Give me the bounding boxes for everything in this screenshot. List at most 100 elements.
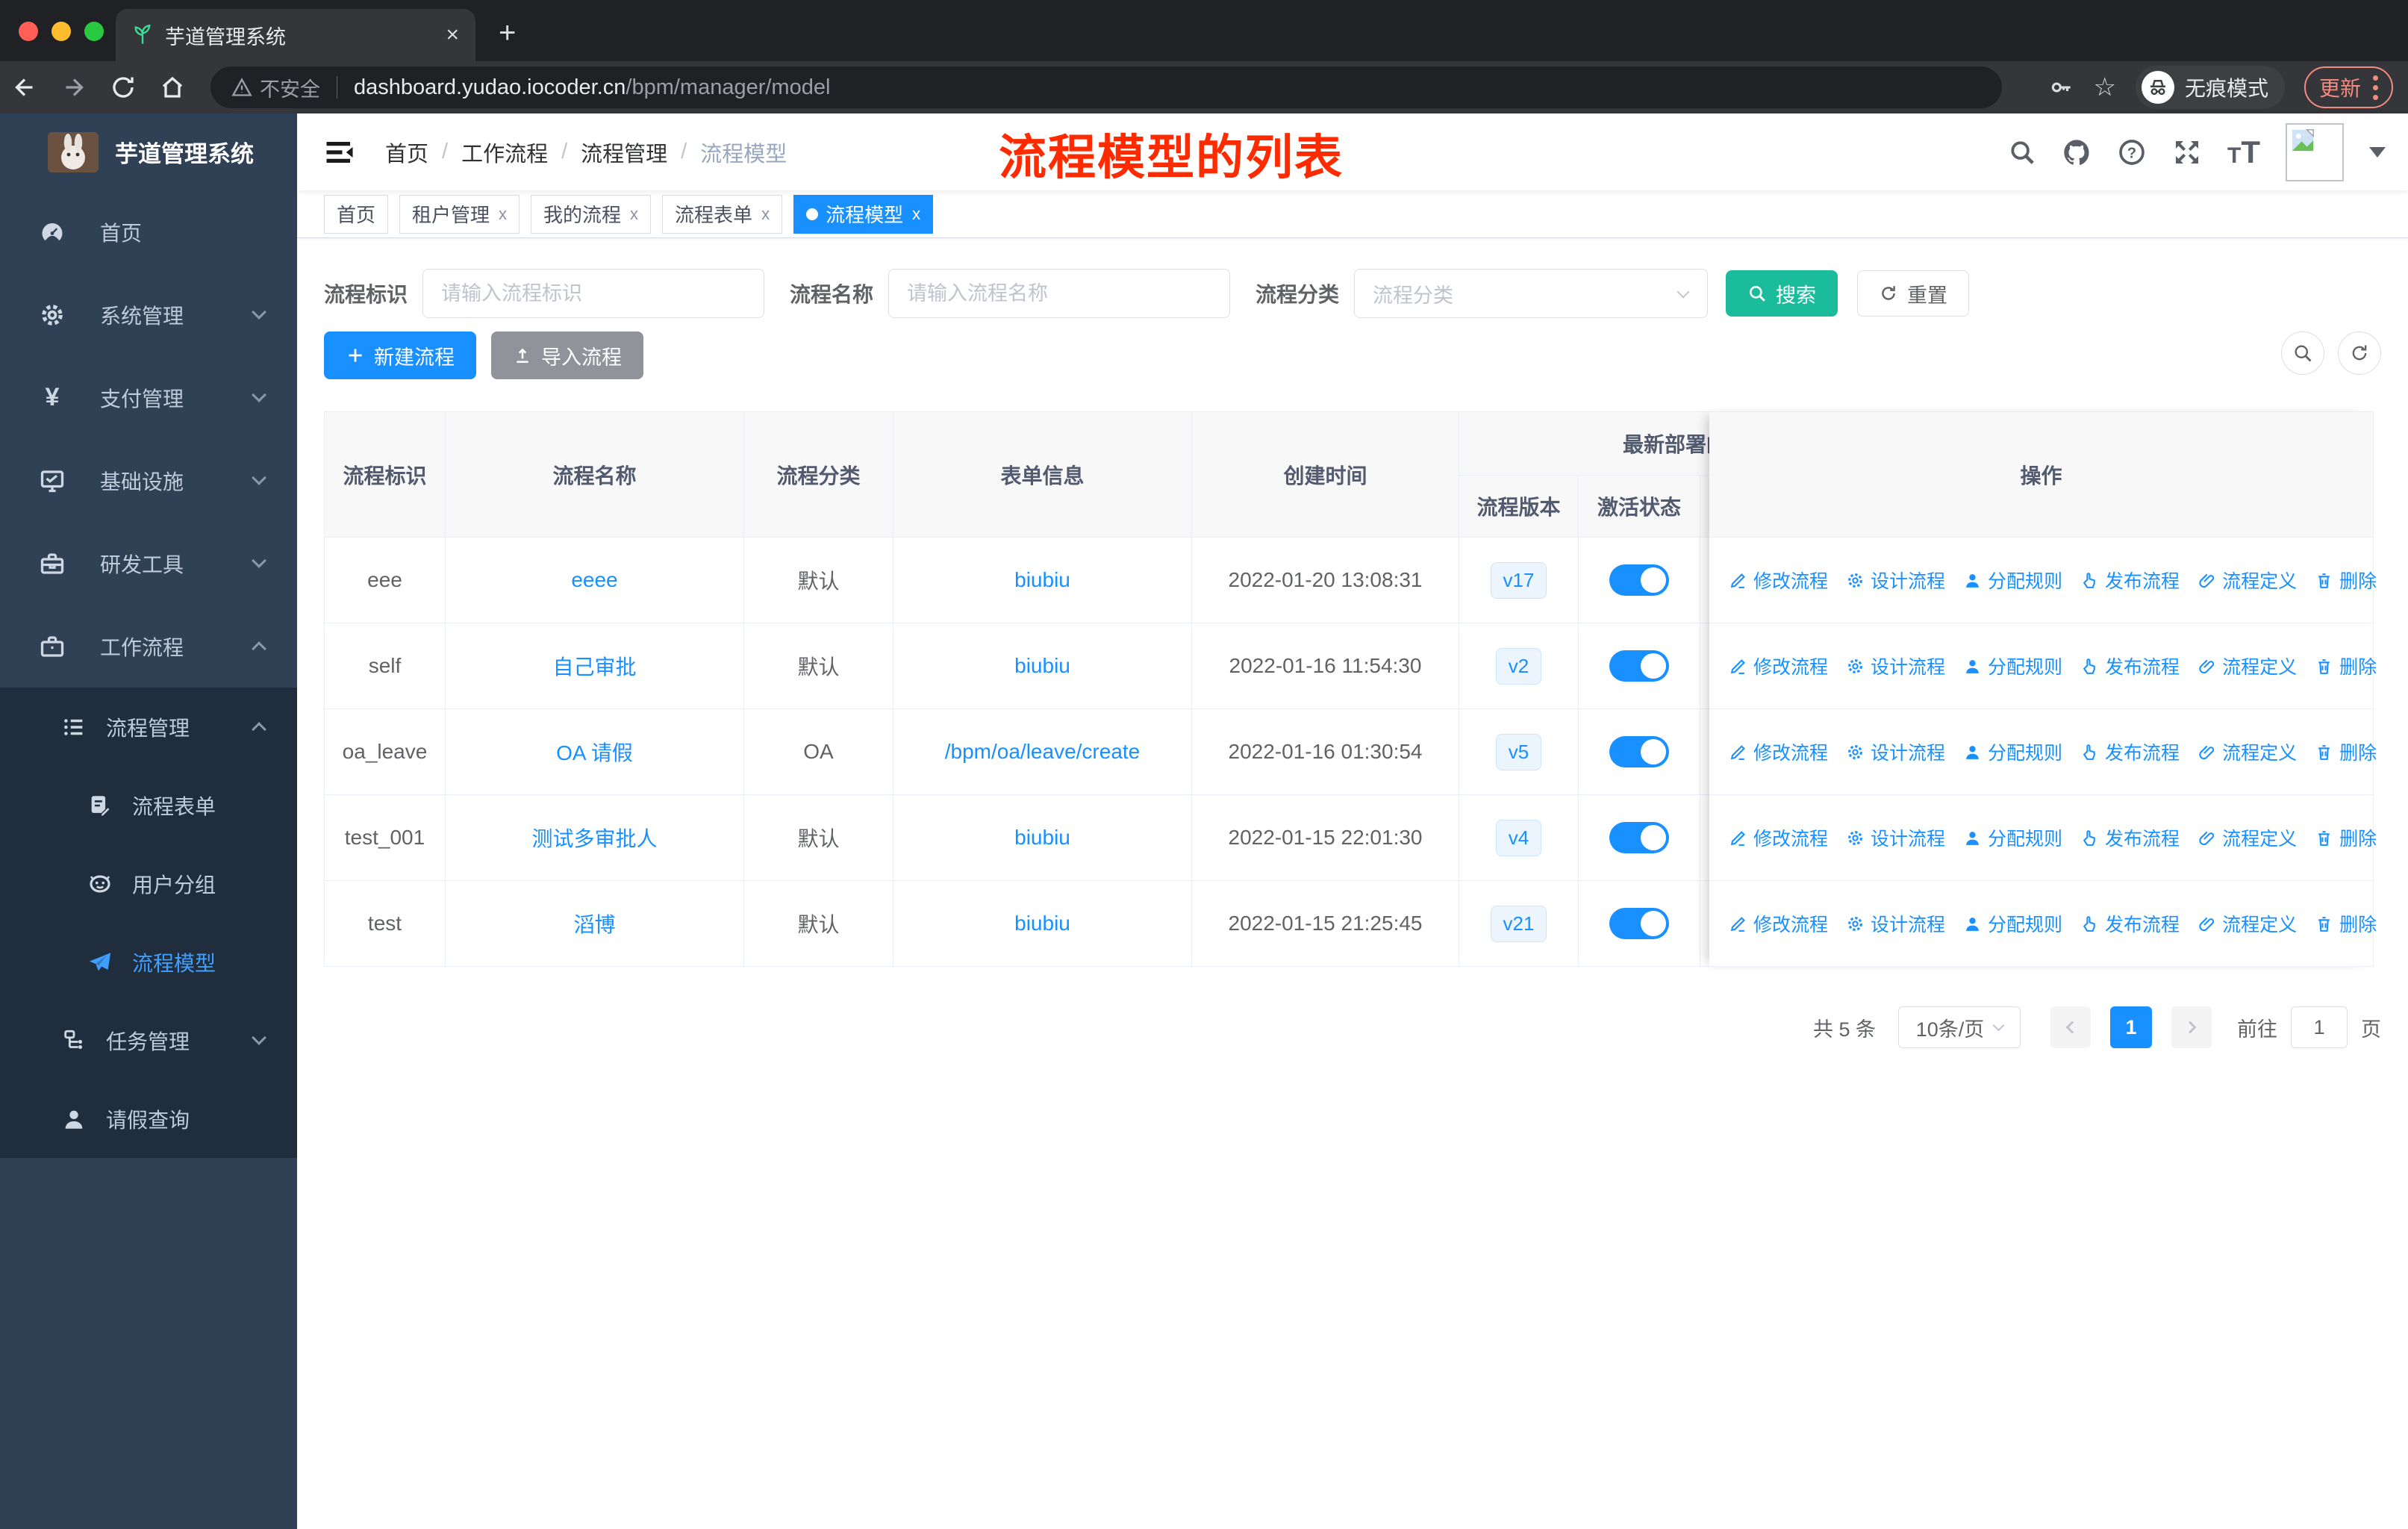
deploy-process-link[interactable]: 发布流程 [2080,824,2180,851]
sidebar-item-infra[interactable]: 基础设施 [0,439,297,522]
design-process-link[interactable]: 设计流程 [1846,824,1945,851]
bookmark-star-icon[interactable]: ☆ [2093,72,2115,102]
process-name-link[interactable]: 滔博 [573,909,615,938]
update-button[interactable]: 更新 [2303,66,2393,108]
forward-icon[interactable] [49,74,99,101]
design-process-link[interactable]: 设计流程 [1846,653,1945,679]
edit-process-link[interactable]: 修改流程 [1729,653,1828,679]
sidebar-item-leave-query[interactable]: 请假查询 [0,1080,297,1158]
maximize-window-button[interactable] [84,22,104,41]
active-toggle[interactable] [1609,908,1669,939]
back-icon[interactable] [0,74,49,101]
form-link[interactable]: biubiu [1014,568,1070,592]
toggle-search-button[interactable] [2281,331,2324,375]
deploy-process-link[interactable]: 发布流程 [2080,653,2180,679]
tag-tenant[interactable]: 租户管理 x [399,194,520,234]
reset-button[interactable]: 重置 [1857,270,1970,317]
window-controls[interactable] [19,22,104,41]
import-process-button[interactable]: 导入流程 [491,331,643,379]
close-window-button[interactable] [19,22,38,41]
active-toggle[interactable] [1609,564,1669,596]
tag-process-form[interactable]: 流程表单 x [662,194,783,234]
process-definition-link[interactable]: 流程定义 [2198,738,2297,765]
sidebar-item-payment[interactable]: ¥ 支付管理 [0,356,297,439]
edit-process-link[interactable]: 修改流程 [1729,824,1828,851]
url-bar[interactable]: 不安全 dashboard.yudao.iocoder.cn/bpm/manag… [210,66,2002,108]
home-icon[interactable] [148,74,197,101]
process-name-link[interactable]: eeee [571,568,617,592]
sidebar-item-devtools[interactable]: 研发工具 [0,522,297,605]
process-definition-link[interactable]: 流程定义 [2198,824,2297,851]
assign-rule-link[interactable]: 分配规则 [1963,653,2062,679]
new-tab-button[interactable]: + [499,16,516,50]
process-id-input[interactable] [422,269,765,318]
caret-down-icon[interactable] [2369,146,2386,158]
process-definition-link[interactable]: 流程定义 [2198,653,2297,679]
process-definition-link[interactable]: 流程定义 [2198,910,2297,937]
close-icon[interactable]: x [912,205,920,224]
sidebar-item-process-model[interactable]: 流程模型 [0,923,297,1001]
tag-my-process[interactable]: 我的流程 x [531,194,652,234]
search-button[interactable]: 搜索 [1726,270,1838,317]
design-process-link[interactable]: 设计流程 [1846,738,1945,765]
create-process-button[interactable]: 新建流程 [324,331,476,379]
deploy-process-link[interactable]: 发布流程 [2080,738,2180,765]
form-link[interactable]: /bpm/oa/leave/create [945,740,1141,764]
breadcrumb-home[interactable]: 首页 [385,137,428,168]
prev-page-button[interactable] [2050,1006,2091,1048]
close-icon[interactable]: x [761,205,770,224]
refresh-button[interactable] [2338,331,2381,375]
tag-process-model[interactable]: 流程模型 x [793,194,934,234]
process-name-link[interactable]: 自己审批 [552,651,636,681]
process-name-link[interactable]: OA 请假 [556,737,633,767]
sidebar-item-home[interactable]: 首页 [0,190,297,273]
sidebar-collapse-icon[interactable] [324,137,355,168]
delete-link[interactable]: 删除 [2315,653,2377,679]
breadcrumb-workflow[interactable]: 工作流程 [461,137,548,168]
active-toggle[interactable] [1609,650,1669,682]
page-size-select[interactable]: 10条/页 [1898,1006,2021,1048]
delete-link[interactable]: 删除 [2315,738,2377,765]
search-icon[interactable] [2008,138,2036,166]
sidebar-item-process-mgmt[interactable]: 流程管理 [0,688,297,766]
key-icon[interactable] [2048,75,2074,100]
sidebar-item-workflow[interactable]: 工作流程 [0,605,297,688]
current-page-button[interactable]: 1 [2110,1006,2152,1048]
design-process-link[interactable]: 设计流程 [1846,910,1945,937]
font-size-icon[interactable]: TT [2227,134,2260,170]
process-category-select[interactable]: 流程分类 [1354,269,1709,318]
sidebar-item-task-mgmt[interactable]: 任务管理 [0,1001,297,1080]
fullscreen-icon[interactable] [2172,137,2202,167]
next-page-button[interactable] [2171,1006,2212,1048]
sidebar-item-system[interactable]: 系统管理 [0,273,297,356]
design-process-link[interactable]: 设计流程 [1846,567,1945,594]
assign-rule-link[interactable]: 分配规则 [1963,824,2062,851]
edit-process-link[interactable]: 修改流程 [1729,910,1828,937]
form-link[interactable]: biubiu [1014,912,1070,935]
assign-rule-link[interactable]: 分配规则 [1963,738,2062,765]
deploy-process-link[interactable]: 发布流程 [2080,910,2180,937]
sidebar-item-user-group[interactable]: 用户分组 [0,844,297,923]
github-icon[interactable] [2062,137,2092,167]
browser-menu-icon[interactable] [2373,75,2378,100]
browser-tab[interactable]: 芋道管理系统 × [116,9,475,61]
process-definition-link[interactable]: 流程定义 [2198,567,2297,594]
assign-rule-link[interactable]: 分配规则 [1963,910,2062,937]
breadcrumb-process-mgmt[interactable]: 流程管理 [581,137,667,168]
assign-rule-link[interactable]: 分配规则 [1963,567,2062,594]
url-text[interactable]: dashboard.yudao.iocoder.cn/bpm/manager/m… [354,75,830,100]
process-name-link[interactable]: 测试多审批人 [531,823,657,853]
deploy-process-link[interactable]: 发布流程 [2080,567,2180,594]
delete-link[interactable]: 删除 [2315,567,2377,594]
security-warning[interactable]: 不安全 [231,73,320,102]
form-link[interactable]: biubiu [1014,826,1070,850]
delete-link[interactable]: 删除 [2315,824,2377,851]
avatar[interactable] [2286,122,2344,181]
goto-page-input[interactable] [2291,1006,2348,1048]
active-toggle[interactable] [1609,736,1669,767]
edit-process-link[interactable]: 修改流程 [1729,567,1828,594]
close-icon[interactable]: x [630,205,638,224]
help-icon[interactable]: ? [2117,137,2147,167]
minimize-window-button[interactable] [52,22,71,41]
process-name-input[interactable] [888,269,1231,318]
